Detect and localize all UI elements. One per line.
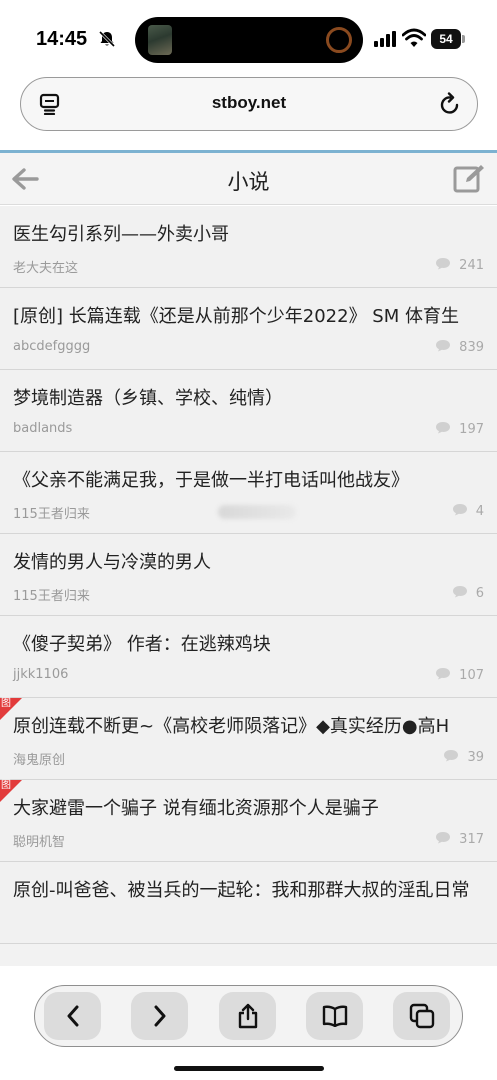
comment-count-value: 839 xyxy=(459,340,484,355)
comment-icon xyxy=(436,832,451,844)
blurred-overlay xyxy=(218,505,296,519)
comment-count: 4 xyxy=(452,503,484,519)
post-meta: 115王者归来 4 xyxy=(13,497,484,533)
browser-toolbar xyxy=(34,985,463,1047)
comment-count-value: 241 xyxy=(459,258,484,273)
comment-count-value: 107 xyxy=(459,668,484,683)
url-text[interactable]: stboy.net xyxy=(21,93,477,113)
post-meta: abcdefgggg 839 xyxy=(13,333,484,369)
dynamic-island xyxy=(135,17,363,63)
post-title[interactable]: 原创连载不断更~《高校老师陨落记》◆真实经历●高H xyxy=(13,711,484,743)
comment-count: 107 xyxy=(435,667,484,683)
list-item[interactable]: 梦境制造器（乡镇、学校、纯情） badlands 197 xyxy=(0,370,497,452)
post-author: badlands xyxy=(13,421,73,436)
comment-count-value: 317 xyxy=(459,832,484,847)
list-item[interactable]: 《傻子契弟》 作者：在逃辣鸡块 jjkk1106 107 xyxy=(0,616,497,698)
bookmarks-icon xyxy=(322,1005,347,1027)
status-time: 14:45 xyxy=(36,28,88,50)
comment-icon xyxy=(436,258,451,270)
post-title[interactable]: 《傻子契弟》 作者：在逃辣鸡块 xyxy=(13,629,484,661)
comment-count-value: 6 xyxy=(475,586,484,601)
comment-icon xyxy=(452,586,467,598)
list-item[interactable]: 发情的男人与冷漠的男人 115王者归来 6 xyxy=(0,534,497,616)
post-title[interactable]: 大家避雷一个骗子 说有缅北资源那个人是骗子 xyxy=(13,793,484,825)
post-meta: badlands 197 xyxy=(13,415,484,451)
comment-count: 839 xyxy=(435,339,484,355)
comment-icon xyxy=(436,340,451,352)
wifi-icon xyxy=(402,28,426,47)
reload-icon[interactable] xyxy=(439,92,461,116)
comment-count: 241 xyxy=(435,257,484,273)
status-bar: 14:45 54 xyxy=(0,0,497,80)
comment-icon xyxy=(436,668,451,680)
post-title[interactable]: 原创-叫爸爸、被当兵的一起轮：我和那群大叔的淫乱日常 xyxy=(13,875,484,907)
post-title[interactable]: 医生勾引系列——外卖小哥 xyxy=(13,219,484,251)
post-meta: 海鬼原创 39 xyxy=(13,743,484,779)
image-tag-text: 图 xyxy=(1,780,11,791)
share-button[interactable] xyxy=(219,992,276,1040)
post-meta: jjkk1106 107 xyxy=(13,661,484,697)
post-author: jjkk1106 xyxy=(13,667,69,682)
post-title[interactable]: 《父亲不能满足我，于是做一半打电话叫他战友》 xyxy=(13,465,484,497)
list-item[interactable]: 《父亲不能满足我，于是做一半打电话叫他战友》 115王者归来 4 xyxy=(0,452,497,534)
comment-count-value: 197 xyxy=(459,422,484,437)
back-button[interactable] xyxy=(44,992,101,1040)
bookmarks-button[interactable] xyxy=(306,992,363,1040)
battery-level: 54 xyxy=(431,29,461,49)
comment-count: 317 xyxy=(435,831,484,847)
bell-slash-icon xyxy=(98,30,116,48)
post-author: 115王者归来 xyxy=(13,507,90,522)
comment-icon xyxy=(436,422,451,434)
back-icon xyxy=(67,1005,78,1027)
tabs-overview-icon xyxy=(409,1003,434,1029)
post-meta xyxy=(13,907,484,943)
now-playing-thumbnail xyxy=(148,25,172,55)
comment-icon xyxy=(444,750,459,762)
post-list: 医生勾引系列——外卖小哥 老大夫在这 241 [原创] 长篇连载《还是从前那个少… xyxy=(0,206,497,966)
signal-icon xyxy=(374,31,396,47)
image-tag-flag: 图 xyxy=(0,780,22,802)
post-meta: 115王者归来 6 xyxy=(13,579,484,615)
comment-count-value: 4 xyxy=(475,504,484,519)
comment-count-value: 39 xyxy=(467,750,484,765)
post-author: 老大夫在这 xyxy=(13,261,79,276)
comment-count: 6 xyxy=(452,585,484,601)
comment-icon xyxy=(452,504,467,516)
comment-count: 39 xyxy=(443,749,484,765)
battery-icon: 54 xyxy=(431,29,465,49)
post-author: 海鬼原创 xyxy=(13,753,66,768)
list-item[interactable]: 原创-叫爸爸、被当兵的一起轮：我和那群大叔的淫乱日常 xyxy=(0,862,497,944)
post-title[interactable]: 梦境制造器（乡镇、学校、纯情） xyxy=(13,383,484,415)
post-author: 聪明机智 xyxy=(13,835,66,850)
post-title[interactable]: 发情的男人与冷漠的男人 xyxy=(13,547,484,579)
activity-ring-icon xyxy=(326,27,352,53)
share-icon xyxy=(238,1003,257,1029)
image-tag-text: 图 xyxy=(1,698,11,709)
comment-count: 197 xyxy=(435,421,484,437)
forward-button[interactable] xyxy=(131,992,188,1040)
home-indicator xyxy=(174,1066,324,1071)
post-author: abcdefgggg xyxy=(13,339,91,354)
address-bar[interactable]: stboy.net xyxy=(20,77,478,131)
list-item[interactable]: 医生勾引系列——外卖小哥 老大夫在这 241 xyxy=(0,206,497,288)
compose-icon[interactable] xyxy=(453,163,485,193)
page-title: 小说 xyxy=(227,170,270,194)
forward-icon xyxy=(154,1005,165,1027)
site-header: 小说 xyxy=(0,153,497,205)
list-item[interactable]: 图 原创连载不断更~《高校老师陨落记》◆真实经历●高H 海鬼原创 39 xyxy=(0,698,497,780)
post-meta: 聪明机智 317 xyxy=(13,825,484,861)
list-item[interactable]: [原创] 长篇连载《还是从前那个少年2022》 SM 体育生 abcdefggg… xyxy=(0,288,497,370)
post-title[interactable]: [原创] 长篇连载《还是从前那个少年2022》 SM 体育生 xyxy=(13,301,484,333)
list-item[interactable]: 图 大家避雷一个骗子 说有缅北资源那个人是骗子 聪明机智 317 xyxy=(0,780,497,862)
post-author: 115王者归来 xyxy=(13,589,90,604)
image-tag-flag: 图 xyxy=(0,698,22,720)
post-meta: 老大夫在这 241 xyxy=(13,251,484,287)
page: 14:45 54 stboy.net 小说 医生勾引系列——外卖小哥 老大夫在这… xyxy=(0,0,497,1080)
tabs-overview-button[interactable] xyxy=(393,992,450,1040)
